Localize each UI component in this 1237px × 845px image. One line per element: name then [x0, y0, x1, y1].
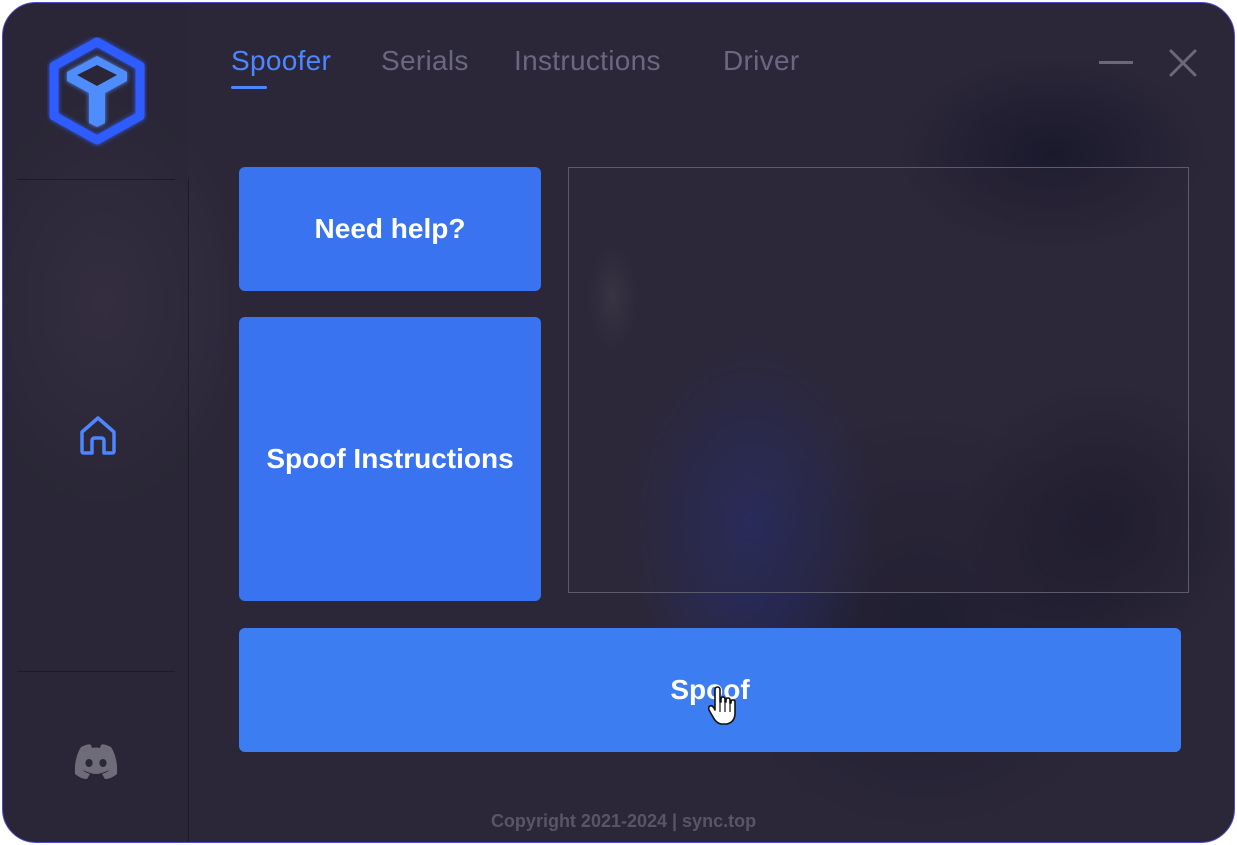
- tab-driver-label: Driver: [723, 45, 800, 76]
- home-icon[interactable]: [77, 413, 119, 457]
- need-help-button[interactable]: Need help?: [239, 167, 541, 291]
- output-panel: [568, 167, 1189, 593]
- tab-serials[interactable]: Serials: [381, 45, 469, 77]
- tab-instructions[interactable]: Instructions: [514, 45, 661, 77]
- sidebar-divider: [188, 179, 189, 842]
- tab-instructions-label: Instructions: [514, 45, 661, 76]
- minimize-icon[interactable]: [1099, 61, 1133, 64]
- sidebar-divider-bottom: [17, 671, 175, 672]
- discord-icon[interactable]: [71, 741, 121, 781]
- hand-cursor-icon: [707, 686, 736, 725]
- need-help-label: Need help?: [314, 213, 466, 244]
- active-tab-indicator: [231, 86, 267, 89]
- sidebar-divider-top: [17, 179, 175, 180]
- tab-spoofer-label: Spoofer: [231, 45, 332, 76]
- tab-serials-label: Serials: [381, 45, 469, 76]
- app-window: Spoofer Serials Instructions Driver Need…: [2, 2, 1235, 843]
- tab-spoofer[interactable]: Spoofer: [231, 45, 332, 89]
- logo-icon: [49, 37, 145, 145]
- tab-driver[interactable]: Driver: [723, 45, 799, 77]
- panel-shadow: [588, 243, 638, 353]
- spoof-instructions-button[interactable]: Spoof Instructions: [239, 317, 541, 601]
- close-icon[interactable]: [1167, 47, 1199, 79]
- footer-copyright: Copyright 2021-2024 | sync.top: [490, 811, 757, 831]
- spoof-instructions-label: Spoof Instructions: [266, 443, 514, 474]
